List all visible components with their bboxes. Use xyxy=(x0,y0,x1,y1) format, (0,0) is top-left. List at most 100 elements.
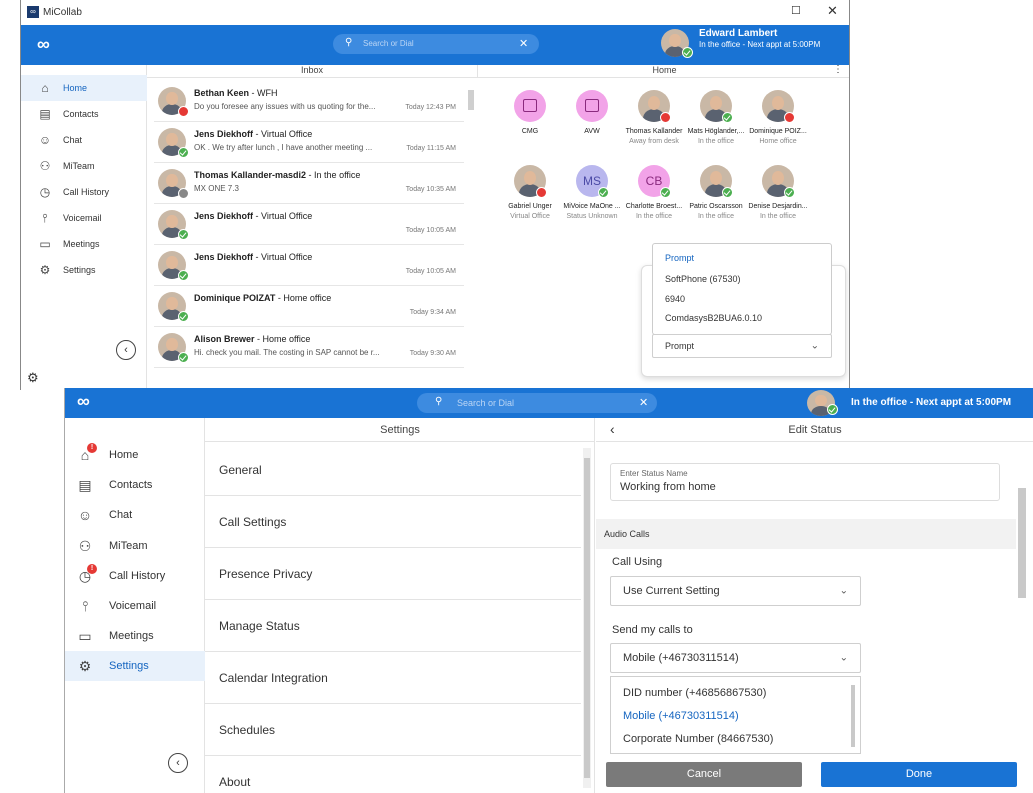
sidebar-item-miteam[interactable]: ⚇ MiTeam xyxy=(21,153,147,179)
maximize-icon[interactable]: ☐ xyxy=(791,4,801,17)
prompt-option-header[interactable]: Prompt xyxy=(665,253,694,263)
inbox-row[interactable]: Bethan Keen - WFH Do you foresee any iss… xyxy=(154,82,464,122)
settings-item-schedules[interactable]: Schedules xyxy=(205,704,581,756)
inbox-row[interactable]: Jens Diekhoff - Virtual Office OK . We t… xyxy=(154,123,464,163)
collapse-sidebar-button[interactable]: ‹ xyxy=(168,753,188,773)
settings-item-presence-privacy[interactable]: Presence Privacy xyxy=(205,548,581,600)
sidebar-item-meetings[interactable]: ▭ Meetings xyxy=(21,231,147,257)
settings-scrollbar-thumb[interactable] xyxy=(584,458,590,778)
sidebar-item-label: Call History xyxy=(109,570,166,582)
send-calls-option[interactable]: DID number (+46856867530) xyxy=(623,687,766,699)
contact-tile[interactable]: Dominique POIZ... Home office xyxy=(747,90,809,145)
sidebar-item-settings[interactable]: ⚙ Settings xyxy=(65,651,205,681)
status-name-value[interactable]: Working from home xyxy=(620,481,716,493)
send-calls-option[interactable]: Corporate Number (84667530) xyxy=(623,733,773,745)
prompt-option[interactable]: 6940 xyxy=(665,294,685,304)
contact-tile[interactable]: Patric Oscarsson In the office xyxy=(685,165,747,220)
contact-tile[interactable]: Denise Desjardin... In the office xyxy=(747,165,809,220)
settings-panel: Settings General Call Settings Presence … xyxy=(205,418,595,793)
settings-title: Settings xyxy=(205,418,595,442)
sidebar-item-home[interactable]: ⌂! Home xyxy=(65,440,205,470)
collapse-sidebar-button[interactable]: ‹ xyxy=(116,340,136,360)
sidebar-item-label: Chat xyxy=(109,509,133,521)
contact-tile[interactable]: CB Charlotte Broest... In the office xyxy=(623,165,685,220)
contact-tile[interactable]: Gabriel Unger Virtual Office xyxy=(499,165,561,220)
dropdown-scrollbar[interactable] xyxy=(851,685,855,747)
sidebar-item-chat[interactable]: ☺ Chat xyxy=(65,500,205,530)
presence-status-icon xyxy=(178,270,189,281)
user-status-text[interactable]: In the office - Next appt at 5:00PM xyxy=(699,40,820,49)
done-button[interactable]: Done xyxy=(821,762,1017,787)
search-bar[interactable]: ⚲ Search or Dial ✕ xyxy=(417,393,657,413)
sidebar-item-label: Contacts xyxy=(109,479,153,491)
sidebar-item-settings[interactable]: ⚙ Settings xyxy=(21,257,147,283)
search-placeholder[interactable]: Search or Dial xyxy=(363,39,414,48)
settings-item-about[interactable]: About xyxy=(205,756,581,793)
settings-item-calendar-integration[interactable]: Calendar Integration xyxy=(205,652,581,704)
sidebar-item-contacts[interactable]: ▤ Contacts xyxy=(65,470,205,500)
sidebar-item-call-history[interactable]: ◷! Call History xyxy=(65,561,205,591)
contacts-icon: ▤ xyxy=(39,107,51,121)
prompt-option[interactable]: ComdasysB2BUA6.0.10 xyxy=(665,313,762,323)
sidebar-item-call-history[interactable]: ◷ Call History xyxy=(21,179,147,205)
home-icon: ⌂! xyxy=(75,443,97,463)
contact-tile[interactable]: Mats Höglander,... In the office xyxy=(685,90,747,145)
sidebar-item-home[interactable]: ⌂ Home xyxy=(21,75,147,101)
inbox-row-message: Hi. check you mail. The costing in SAP c… xyxy=(194,348,380,357)
settings-item-manage-status[interactable]: Manage Status xyxy=(205,600,581,652)
presence-status-icon xyxy=(660,187,671,198)
sidebar-item-chat[interactable]: ☺ Chat xyxy=(21,127,147,153)
settings-item-general[interactable]: General xyxy=(205,444,581,496)
prompt-select[interactable]: Prompt ⌄ xyxy=(652,334,832,358)
edit-status-scrollbar[interactable] xyxy=(1016,448,1028,778)
sidebar-item-label: Meetings xyxy=(109,630,154,642)
sidebar-item-voicemail[interactable]: ⫯ Voicemail xyxy=(21,205,147,231)
cancel-button[interactable]: Cancel xyxy=(606,762,802,787)
inbox-row[interactable]: Alison Brewer - Home office Hi. check yo… xyxy=(154,328,464,368)
sidebar-item-contacts[interactable]: ▤ Contacts xyxy=(21,101,147,127)
contact-tile-name: Patric Oscarsson xyxy=(689,203,743,210)
search-placeholder[interactable]: Search or Dial xyxy=(457,398,514,408)
call-using-select[interactable]: Use Current Setting ⌄ xyxy=(610,576,861,606)
send-calls-label: Send my calls to xyxy=(612,624,693,636)
inbox-row-name: Jens Diekhoff - Virtual Office xyxy=(194,211,313,221)
prompt-option[interactable]: SoftPhone (67530) xyxy=(665,274,741,284)
clear-search-icon[interactable]: ✕ xyxy=(639,396,648,409)
inbox-title: Inbox xyxy=(147,65,477,78)
clear-search-icon[interactable]: ✕ xyxy=(519,37,528,50)
search-bar[interactable]: ⚲ Search or Dial ✕ xyxy=(333,34,539,54)
micollab-window-front: ∞ ⚲ Search or Dial ✕ In the office - Nex… xyxy=(64,388,1033,793)
chat-icon: ☺ xyxy=(38,133,52,147)
user-status-text[interactable]: In the office - Next appt at 5:00PM xyxy=(851,397,1011,408)
contact-tile[interactable]: CMG xyxy=(499,90,561,138)
sidebar-item-voicemail[interactable]: ⫯ Voicemail xyxy=(65,591,205,621)
contact-tile[interactable]: Thomas Kallander Away from desk xyxy=(623,90,685,145)
send-calls-select[interactable]: Mobile (+46730311514) ⌄ xyxy=(610,643,861,673)
miteam-icon: ⚇ xyxy=(39,159,51,173)
more-options-icon[interactable]: ⋮ xyxy=(833,64,843,75)
close-window-icon[interactable]: ✕ xyxy=(827,3,838,19)
inbox-row-time: Today 10:35 AM xyxy=(405,186,456,193)
send-calls-dropdown: DID number (+46856867530) Mobile (+46730… xyxy=(610,676,861,754)
settings-item-call-settings[interactable]: Call Settings xyxy=(205,496,581,548)
chevron-down-icon: ⌄ xyxy=(839,652,848,664)
contact-tile[interactable]: AVW xyxy=(561,90,623,138)
sidebar-item-meetings[interactable]: ▭ Meetings xyxy=(65,621,205,651)
inbox-row[interactable]: Jens Diekhoff - Virtual Office Today 10:… xyxy=(154,246,464,286)
inbox-row[interactable]: Jens Diekhoff - Virtual Office Today 10:… xyxy=(154,205,464,245)
status-name-field[interactable]: Enter Status Name Working from home xyxy=(610,463,1000,501)
presence-status-icon xyxy=(784,187,795,198)
sidebar-item-miteam[interactable]: ⚇ MiTeam xyxy=(65,531,205,561)
settings-small-icon[interactable]: ⚙ xyxy=(27,370,39,386)
contact-tile[interactable]: MS MiVoice MaOne ... Status Unknown xyxy=(561,165,623,220)
meetings-icon: ▭ xyxy=(39,237,51,251)
inbox-row[interactable]: Dominique POIZAT - Home office Today 9:3… xyxy=(154,287,464,327)
inbox-scrollbar[interactable] xyxy=(468,90,474,110)
inbox-row-time: Today 11:15 AM xyxy=(406,145,456,152)
send-calls-option-selected[interactable]: Mobile (+46730311514) xyxy=(623,710,739,722)
presence-status-icon xyxy=(598,187,609,198)
edit-status-scrollbar-thumb[interactable] xyxy=(1018,488,1026,598)
chevron-down-icon: ⌄ xyxy=(810,340,819,352)
settings-scrollbar-track[interactable] xyxy=(583,448,591,788)
inbox-row[interactable]: Thomas Kallander-masdi2 - In the office … xyxy=(154,164,464,204)
